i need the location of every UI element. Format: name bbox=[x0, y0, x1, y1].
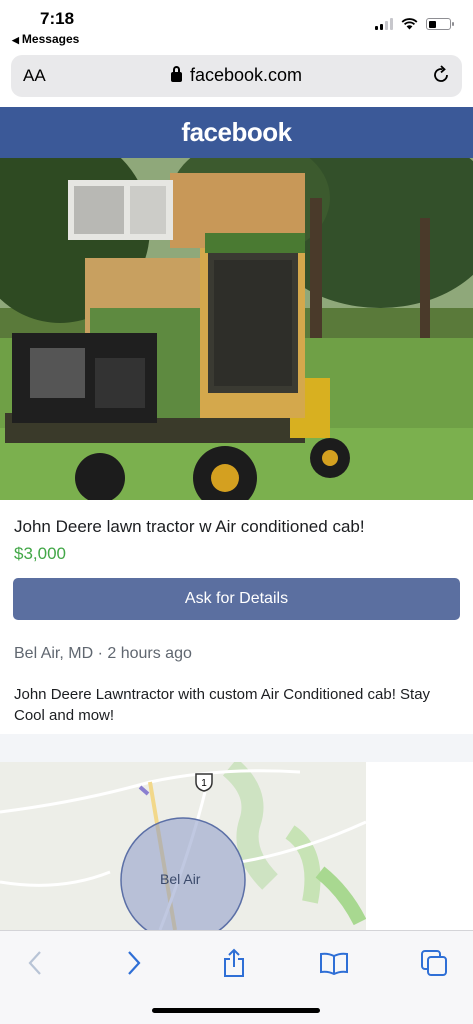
ask-for-details-button[interactable]: Ask for Details bbox=[13, 578, 460, 620]
reload-icon[interactable] bbox=[430, 64, 452, 86]
map-graphic bbox=[0, 762, 366, 930]
tabs-icon bbox=[421, 950, 447, 976]
battery-icon bbox=[426, 18, 454, 30]
listing-description: John Deere Lawntractor with custom Air C… bbox=[14, 686, 431, 724]
status-icons bbox=[375, 18, 454, 30]
share-icon bbox=[224, 948, 244, 977]
url-text: facebook.com bbox=[189, 65, 303, 85]
back-app-label: Messages bbox=[21, 32, 80, 46]
listing-location-time: Bel Air, MD · 2 hours ago bbox=[14, 645, 192, 662]
bookmarks-button[interactable] bbox=[316, 947, 352, 979]
back-to-app-link[interactable]: ◀ Messages bbox=[12, 32, 79, 46]
share-button[interactable] bbox=[216, 947, 252, 979]
listing-title: John Deere lawn tractor w Air conditione… bbox=[14, 517, 365, 536]
status-bar: 7:18 ◀ Messages bbox=[0, 0, 473, 52]
location-map[interactable] bbox=[0, 762, 366, 930]
lock-icon bbox=[170, 66, 182, 82]
url-display[interactable]: facebook.com bbox=[11, 65, 462, 86]
home-indicator[interactable] bbox=[152, 1008, 320, 1013]
section-divider bbox=[0, 734, 473, 762]
back-triangle-icon: ◀ bbox=[12, 35, 19, 45]
route-number: 1 bbox=[201, 778, 207, 789]
facebook-logo[interactable]: facebook bbox=[0, 117, 473, 148]
wifi-icon bbox=[401, 18, 418, 30]
back-button[interactable] bbox=[17, 947, 53, 979]
tabs-button[interactable] bbox=[416, 947, 452, 979]
route-shield-icon: 1 bbox=[195, 773, 213, 792]
cellular-signal-icon bbox=[375, 18, 393, 30]
address-bar[interactable]: AA facebook.com bbox=[11, 55, 462, 97]
tractor-photo-image bbox=[0, 158, 473, 500]
back-arrow-icon bbox=[28, 951, 41, 975]
status-time: 7:18 bbox=[40, 9, 75, 28]
listing-price: $3,000 bbox=[14, 544, 66, 563]
facebook-header: facebook bbox=[0, 107, 473, 158]
map-side-panel bbox=[366, 762, 473, 930]
bookmarks-icon bbox=[320, 952, 348, 975]
map-place-label: Bel Air bbox=[160, 871, 201, 887]
forward-arrow-icon bbox=[128, 951, 141, 975]
forward-button[interactable] bbox=[116, 947, 152, 979]
listing-photo[interactable] bbox=[0, 158, 473, 500]
